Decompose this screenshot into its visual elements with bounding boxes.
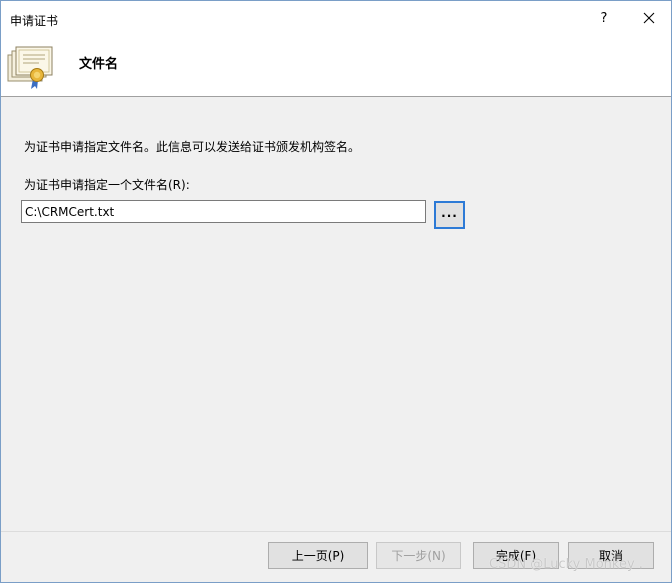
browse-button[interactable]: ... <box>434 201 465 229</box>
back-label: 上一页(P) <box>291 549 345 563</box>
certificate-icon <box>7 46 53 89</box>
watermark-text: CSDN @Lucky Monkey . <box>489 557 643 572</box>
filename-label: 为证书申请指定一个文件名(R): <box>24 178 190 192</box>
close-button[interactable] <box>633 4 665 32</box>
certificate-request-dialog: 申请证书 ? 文件名 为证书申请指定文件名。此信息可以发送给证书颁发机构签名。 … <box>0 0 672 583</box>
filename-input[interactable] <box>21 200 426 223</box>
next-label: 下一步(N) <box>391 549 446 563</box>
help-label: ? <box>600 10 608 26</box>
close-icon <box>643 12 655 24</box>
description-text: 为证书申请指定文件名。此信息可以发送给证书颁发机构签名。 <box>24 140 361 154</box>
wizard-header: 文件名 <box>1 35 671 97</box>
browse-label: ... <box>441 206 458 220</box>
title-bar: 申请证书 ? <box>1 1 671 35</box>
help-button[interactable]: ? <box>589 4 619 32</box>
next-button[interactable]: 下一步(N) <box>376 542 461 569</box>
back-button[interactable]: 上一页(P) <box>268 542 368 569</box>
window-title: 申请证书 <box>10 14 59 28</box>
page-title: 文件名 <box>79 57 119 72</box>
